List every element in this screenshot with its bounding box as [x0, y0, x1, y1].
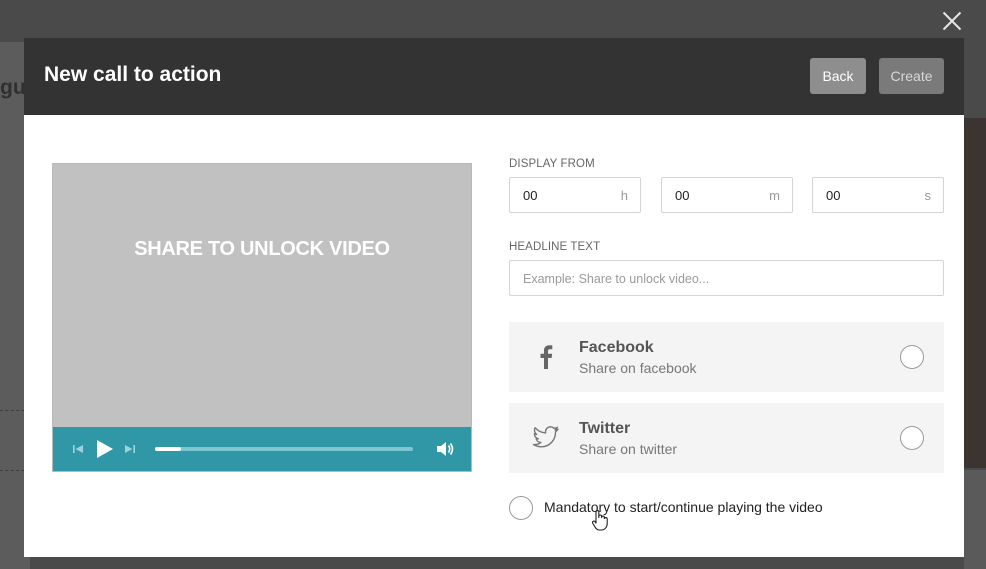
share-option-desc: Share on twitter — [579, 441, 678, 457]
back-button[interactable]: Back — [810, 58, 866, 94]
mandatory-label[interactable]: Mandatory to start/continue playing the … — [544, 499, 823, 515]
background-text: gu — [0, 76, 26, 99]
share-option-name: Facebook — [579, 339, 654, 356]
video-preview: SHARE TO UNLOCK VIDEO — [52, 163, 472, 472]
display-from-label: DISPLAY FROM — [509, 158, 595, 170]
next-icon[interactable] — [123, 427, 137, 471]
video-controls — [53, 427, 471, 471]
video-headline: SHARE TO UNLOCK VIDEO — [134, 238, 390, 260]
headline-text-label: HEADLINE TEXT — [509, 241, 601, 253]
cta-modal: New call to action Back Create SHARE TO … — [24, 38, 964, 557]
hours-unit: h — [620, 188, 628, 203]
seconds-value: 00 — [826, 188, 841, 203]
minutes-input[interactable]: 00 m — [661, 177, 793, 213]
hours-value: 00 — [523, 188, 538, 203]
create-button[interactable]: Create — [879, 58, 944, 94]
share-option-desc: Share on facebook — [579, 360, 697, 376]
share-option-twitter[interactable]: Twitter Share on twitter — [509, 403, 944, 473]
share-option-name: Twitter — [579, 420, 631, 437]
background-panel — [964, 470, 986, 569]
twitter-icon — [531, 421, 561, 455]
previous-icon[interactable] — [71, 427, 85, 471]
facebook-icon — [531, 340, 561, 374]
seconds-input[interactable]: 00 s — [812, 177, 944, 213]
facebook-radio[interactable] — [900, 345, 924, 369]
progress-bar[interactable] — [155, 447, 413, 451]
progress-fill — [155, 447, 181, 451]
minutes-unit: m — [769, 188, 780, 203]
headline-placeholder: Example: Share to unlock video... — [523, 272, 710, 286]
hand-cursor-icon — [591, 509, 609, 531]
share-option-facebook[interactable]: Facebook Share on facebook — [509, 322, 944, 392]
volume-icon[interactable] — [435, 427, 457, 471]
hours-input[interactable]: 00 h — [509, 177, 641, 213]
play-icon[interactable] — [95, 427, 115, 471]
minutes-value: 00 — [675, 188, 690, 203]
modal-header: New call to action Back Create — [24, 38, 964, 115]
seconds-unit: s — [924, 188, 932, 203]
modal-title: New call to action — [44, 63, 222, 86]
background-image — [964, 118, 986, 468]
twitter-radio[interactable] — [900, 426, 924, 450]
headline-text-input[interactable]: Example: Share to unlock video... — [509, 260, 944, 296]
mandatory-radio[interactable] — [509, 496, 533, 520]
close-icon[interactable] — [940, 9, 964, 33]
